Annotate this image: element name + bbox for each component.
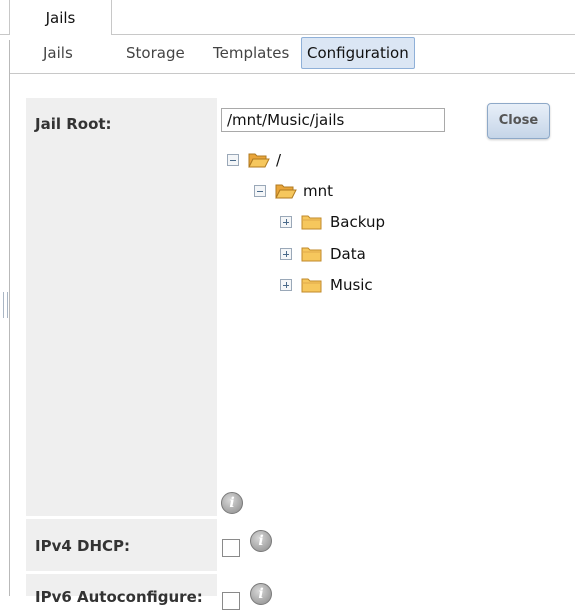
subtab-storage[interactable]: Storage (126, 35, 185, 71)
close-button[interactable]: Close (487, 103, 550, 139)
ipv6-autoconfigure-checkbox[interactable] (222, 592, 240, 610)
info-icon[interactable]: i (221, 492, 243, 514)
top-tab-strip: Jails (0, 0, 575, 35)
tab-jails-main[interactable]: Jails (9, 0, 112, 35)
tree-node-label: mnt (303, 182, 333, 200)
splitter-grip[interactable] (3, 292, 8, 318)
folder-open-icon (248, 153, 270, 168)
folder-icon (301, 247, 322, 262)
expand-icon[interactable] (280, 248, 292, 260)
expand-icon[interactable] (280, 216, 292, 228)
tree-node-root[interactable]: / (225, 150, 305, 172)
ipv4-dhcp-checkbox[interactable] (222, 539, 240, 557)
info-icon[interactable]: i (250, 530, 272, 552)
left-panel-border (9, 40, 10, 596)
subtab-templates[interactable]: Templates (213, 35, 289, 71)
folder-icon (301, 278, 322, 293)
tree-node-label: Backup (330, 213, 385, 231)
collapse-icon[interactable] (227, 154, 239, 166)
subtab-configuration[interactable]: Configuration (301, 37, 415, 69)
tree-node-music[interactable]: Music (278, 275, 398, 297)
info-icon[interactable]: i (250, 583, 272, 605)
subtab-jails[interactable]: Jails (43, 35, 73, 71)
tree-node-backup[interactable]: Backup (278, 212, 398, 234)
ipv4-dhcp-label: IPv4 DHCP: (35, 537, 131, 555)
expand-icon[interactable] (280, 279, 292, 291)
tree-node-label: / (276, 151, 282, 169)
sub-navigation: Jails Storage Templates Configuration (10, 35, 575, 74)
tree-node-label: Data (330, 245, 366, 263)
tree-node-data[interactable]: Data (278, 244, 398, 266)
jail-root-label-cell (26, 98, 217, 516)
folder-open-icon (275, 184, 297, 199)
jail-root-input[interactable]: /mnt/Music/jails (221, 108, 445, 132)
tree-node-mnt[interactable]: mnt (252, 181, 352, 203)
collapse-icon[interactable] (254, 185, 266, 197)
folder-icon (301, 215, 322, 230)
jail-root-label: Jail Root: (35, 115, 112, 133)
tree-node-label: Music (330, 276, 373, 294)
ipv6-autoconfigure-label: IPv6 Autoconfigure: (35, 588, 203, 606)
